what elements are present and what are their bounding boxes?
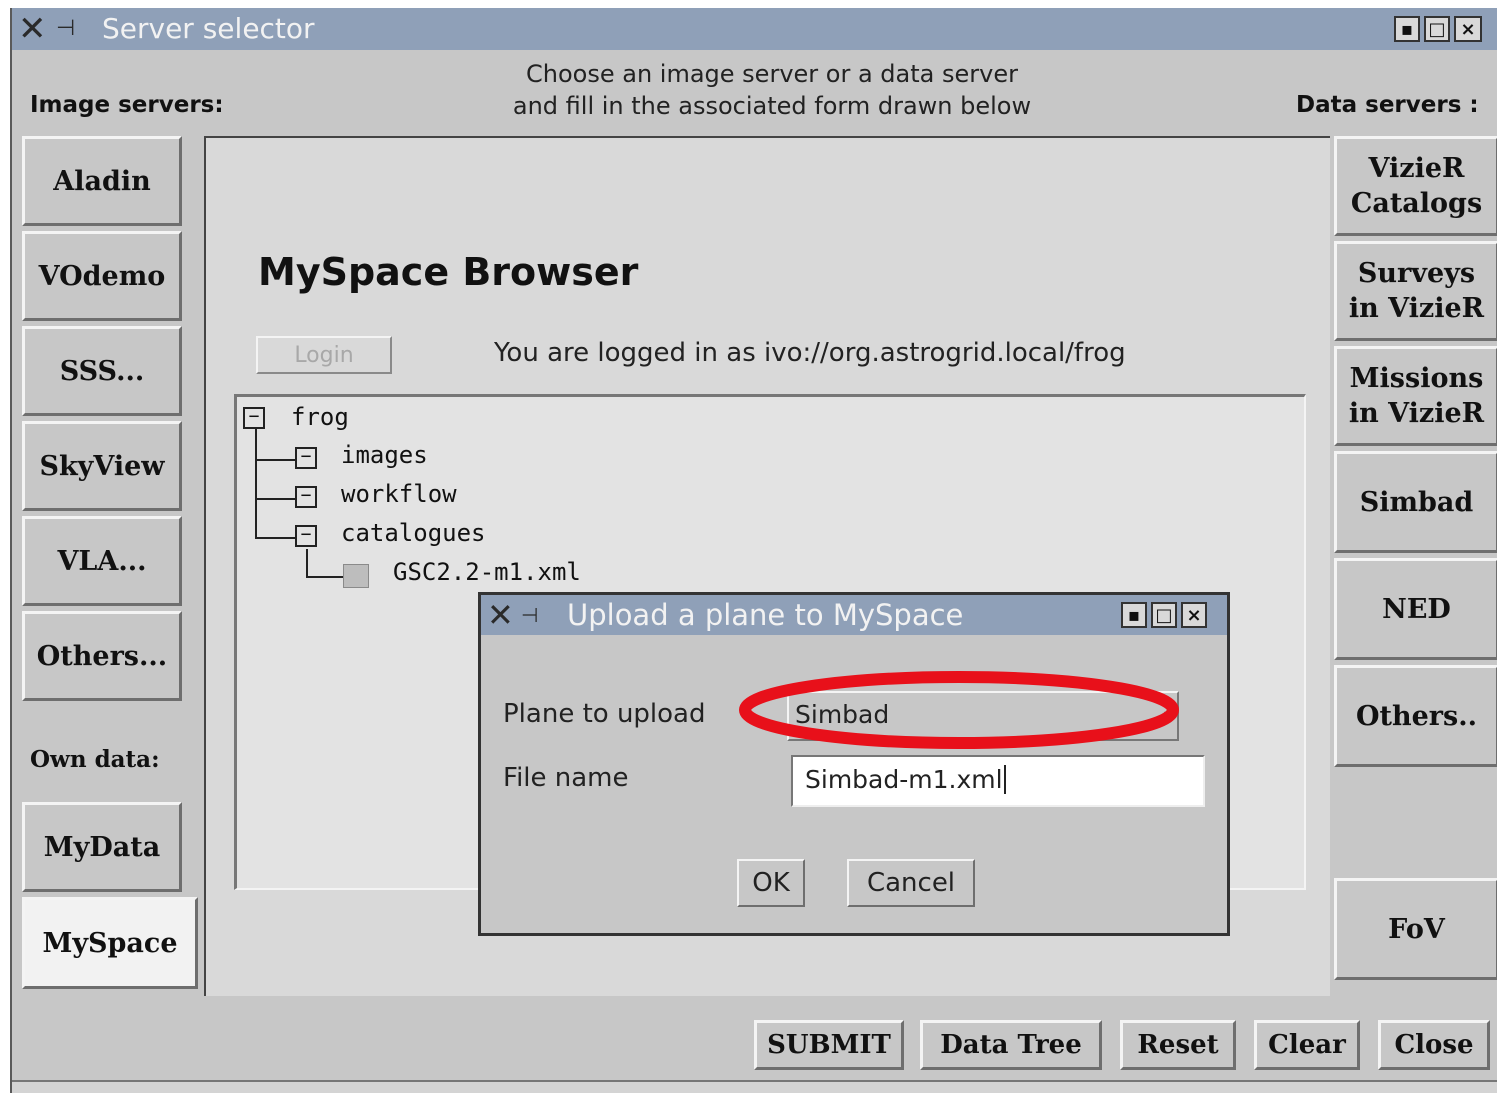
instruction-line-1: Choose an image server or a data server: [526, 60, 1018, 88]
data-tree-button[interactable]: Data Tree: [920, 1020, 1102, 1070]
tree-line: [306, 549, 308, 577]
file-name-value: Simbad-m1.xml: [805, 765, 1003, 794]
tree-node-file[interactable]: GSC2.2-m1.xml: [393, 558, 581, 586]
server-button-missions-vizier[interactable]: Missions in VizieR: [1334, 346, 1497, 446]
tree-line: [306, 576, 344, 578]
close-button[interactable]: Close: [1378, 1020, 1490, 1070]
server-button-ned[interactable]: NED: [1334, 558, 1497, 660]
tree-line: [255, 427, 257, 537]
horizontal-scrollbar[interactable]: [12, 1080, 1497, 1093]
reset-button[interactable]: Reset: [1120, 1020, 1236, 1070]
server-button-others[interactable]: Others...: [22, 611, 182, 701]
maximize-icon[interactable]: □: [1151, 602, 1177, 628]
file-name-input[interactable]: Simbad-m1.xml​: [791, 755, 1205, 807]
browser-title: MySpace Browser: [258, 250, 639, 294]
file-icon: [343, 564, 369, 588]
minimize-icon[interactable]: ▪: [1394, 16, 1420, 42]
x-logo-icon: ✕: [487, 596, 514, 634]
own-data-heading: Own data:: [30, 746, 160, 773]
pin-icon[interactable]: ⊣: [521, 594, 538, 636]
button-label-line-2: in VizieR: [1348, 293, 1485, 324]
server-button-aladin[interactable]: Aladin: [22, 136, 182, 226]
pin-icon[interactable]: ⊣: [56, 8, 75, 50]
button-label-line-2: Catalogs: [1350, 188, 1483, 219]
expander-catalogues[interactable]: −: [295, 525, 317, 547]
minimize-icon[interactable]: ▪: [1121, 602, 1147, 628]
expander-images[interactable]: −: [295, 447, 317, 469]
image-servers-heading: Image servers:: [30, 92, 224, 118]
server-button-skyview[interactable]: SkyView: [22, 421, 182, 511]
button-label-line-1: Surveys: [1357, 258, 1476, 289]
login-status-text: You are logged in as ivo://org.astrogrid…: [494, 338, 1126, 368]
button-label-line-1: Missions: [1349, 363, 1484, 394]
file-name-label: File name: [503, 763, 629, 793]
cancel-button[interactable]: Cancel: [847, 859, 975, 907]
server-button-simbad[interactable]: Simbad: [1334, 451, 1497, 553]
tree-node-workflow[interactable]: workflow: [341, 480, 457, 508]
window-title: Server selector: [102, 12, 315, 45]
login-button[interactable]: Login: [256, 336, 392, 374]
clear-button[interactable]: Clear: [1254, 1020, 1360, 1070]
submit-button[interactable]: SUBMIT: [754, 1020, 904, 1070]
close-icon[interactable]: ×: [1454, 16, 1482, 42]
highlight-ring: [739, 671, 1179, 749]
dialog-title: Upload a plane to MySpace: [567, 598, 964, 632]
x-logo-icon: ✕: [18, 9, 47, 49]
instruction-text: Choose an image server or a data server …: [452, 58, 1092, 122]
text-cursor: ​: [1003, 765, 1006, 794]
button-label-line-2: in VizieR: [1348, 398, 1485, 429]
expander-workflow[interactable]: −: [295, 486, 317, 508]
tree-line: [255, 498, 295, 500]
tree-line: [255, 459, 295, 461]
server-button-vodemo[interactable]: VOdemo: [22, 231, 182, 321]
expander-frog[interactable]: −: [243, 407, 265, 429]
plane-label: Plane to upload: [503, 699, 706, 729]
fov-button[interactable]: FoV: [1334, 878, 1497, 980]
server-button-vla[interactable]: VLA...: [22, 516, 182, 606]
tree-node-frog[interactable]: frog: [291, 403, 349, 431]
data-servers-heading: Data servers :: [1296, 92, 1479, 118]
server-button-surveys-vizier[interactable]: Surveys in VizieR: [1334, 241, 1497, 341]
tree-line: [255, 537, 295, 539]
server-button-myspace[interactable]: MySpace: [22, 897, 198, 989]
server-button-mydata[interactable]: MyData: [22, 802, 182, 892]
dialog-titlebar[interactable]: ✕ ⊣ Upload a plane to MySpace ▪ □ ×: [481, 595, 1227, 635]
tree-node-catalogues[interactable]: catalogues: [341, 519, 486, 547]
close-icon[interactable]: ×: [1181, 602, 1207, 628]
button-label-line-1: VizieR: [1368, 153, 1465, 184]
instruction-line-2: and fill in the associated form drawn be…: [512, 92, 1032, 120]
maximize-icon[interactable]: □: [1424, 16, 1450, 42]
window-titlebar[interactable]: ✕ ⊣ Server selector ▪ □ ×: [12, 8, 1497, 50]
server-button-sss[interactable]: SSS...: [22, 326, 182, 416]
ok-button[interactable]: OK: [737, 859, 805, 907]
server-button-others-data[interactable]: Others..: [1334, 665, 1497, 767]
server-button-vizier-catalogs[interactable]: VizieR Catalogs: [1334, 136, 1497, 236]
upload-dialog: ✕ ⊣ Upload a plane to MySpace ▪ □ × Plan…: [478, 592, 1230, 936]
tree-node-images[interactable]: images: [341, 441, 428, 469]
